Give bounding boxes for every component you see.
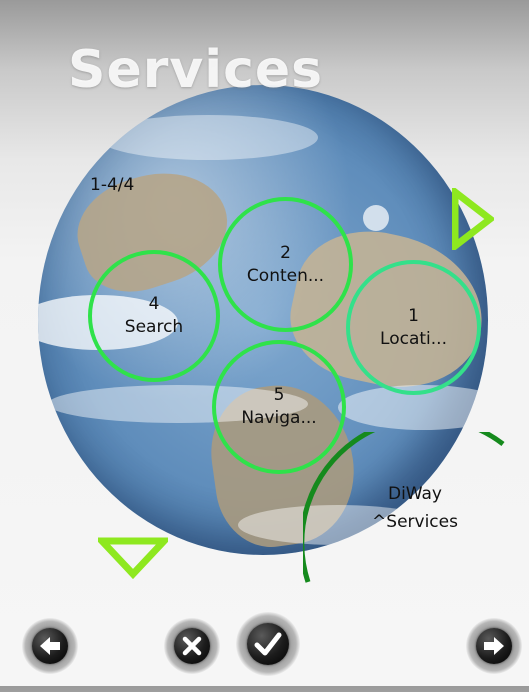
scroll-down-arrow-icon[interactable] [98, 537, 168, 579]
service-content-number: 2 [280, 242, 291, 263]
service-location-button[interactable]: 1 Locati... [346, 260, 481, 395]
page-indicator: 1-4/4 [90, 175, 135, 195]
next-page-arrow-icon[interactable] [452, 188, 494, 250]
diway-label: DiWay [387, 484, 442, 504]
globe-cloud [363, 205, 389, 231]
confirm-button[interactable] [236, 612, 300, 676]
diway-services-link[interactable]: DiWay ^Services [360, 480, 470, 536]
service-content-button[interactable]: 2 Conten... [218, 197, 353, 332]
service-navigation-number: 5 [273, 385, 285, 405]
service-search-button[interactable]: 4 Search [88, 250, 220, 382]
service-search-label: Search [124, 317, 184, 337]
page-title: Services [68, 40, 324, 100]
service-location-label: Locati... [380, 328, 447, 349]
service-navigation-label: Naviga... [241, 408, 317, 428]
back-button[interactable] [22, 618, 78, 674]
cancel-button[interactable] [164, 618, 220, 674]
service-search-number: 4 [148, 294, 160, 314]
diway-services-label: ^Services [372, 512, 458, 532]
service-location-number: 1 [408, 305, 419, 326]
forward-button[interactable] [466, 618, 522, 674]
service-content-label: Conten... [246, 265, 325, 286]
check-icon [246, 622, 290, 666]
globe-cloud [98, 115, 318, 160]
